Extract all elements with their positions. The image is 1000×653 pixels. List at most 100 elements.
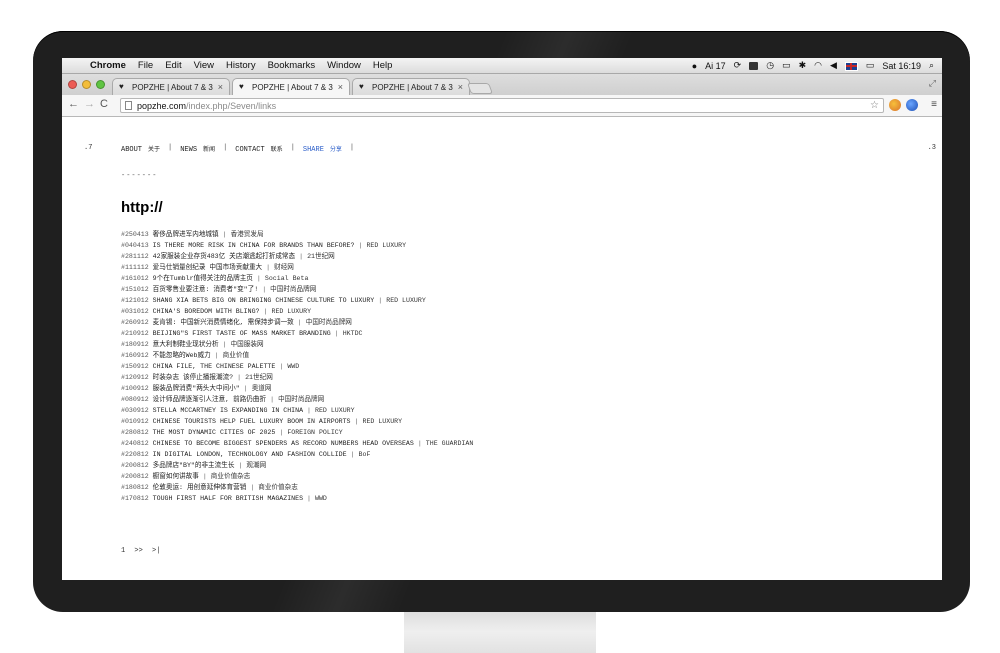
- menu-chrome[interactable]: Chrome: [84, 60, 132, 71]
- link-title[interactable]: IN DIGITAL LONDON, TECHNOLOGY AND FASHIO…: [153, 451, 347, 458]
- link-title[interactable]: CHINA FILE, THE CHINESE PALETTE: [153, 363, 276, 370]
- link-title[interactable]: 42家服装企业存货483亿 关店潮逃起打折成常态: [153, 253, 295, 260]
- fullscreen-icon[interactable]: ⤢: [929, 78, 936, 89]
- display-icon[interactable]: ▭: [782, 60, 791, 71]
- zoom-window-button[interactable]: [96, 80, 105, 89]
- list-item[interactable]: #030912 STELLA MCCARTNEY IS EXPANDING IN…: [121, 405, 473, 416]
- extension-icon[interactable]: [906, 99, 918, 111]
- link-title[interactable]: BEIJING"S FIRST TASTE OF MASS MARKET BRA…: [153, 330, 331, 337]
- battery-icon[interactable]: ▭: [866, 60, 875, 71]
- list-item[interactable]: #121012 SHANG XIA BETS BIG ON BRINGING C…: [121, 295, 473, 306]
- link-title[interactable]: IS THERE MORE RISK IN CHINA FOR BRANDS T…: [153, 242, 355, 249]
- back-arrow-icon[interactable]: ←: [68, 98, 79, 110]
- list-item[interactable]: #080912 设计师品牌逐渐引人注意, 前路仍曲折 | 中国时尚品牌网: [121, 394, 473, 405]
- list-item[interactable]: #280812 THE MOST DYNAMIC CITIES OF 2025 |…: [121, 427, 473, 438]
- link-source[interactable]: Social Beta: [265, 275, 309, 282]
- extension-icon[interactable]: [889, 99, 901, 111]
- list-item[interactable]: #260912 麦肯锡: 中国新兴消费情绪化, 需保持步调一致 | 中国时尚品牌网: [121, 317, 473, 328]
- close-window-button[interactable]: [68, 80, 77, 89]
- link-title[interactable]: 不能忽略的Web威力: [153, 352, 211, 359]
- bluetooth-icon[interactable]: ✱: [799, 60, 807, 71]
- menu-view[interactable]: View: [188, 60, 220, 71]
- link-title[interactable]: 奢侈品牌进军内地城镇: [153, 231, 219, 238]
- link-source[interactable]: BoF: [359, 451, 371, 458]
- list-item[interactable]: #200812 多品牌店"BY"的非主流生长 | 观潮网: [121, 460, 473, 471]
- link-source[interactable]: 21世纪网: [245, 374, 273, 381]
- list-item[interactable]: #111112 爱马仕销量创纪录 中国市场贡献重大 | 财经网: [121, 262, 473, 273]
- link-source[interactable]: 商业价值: [223, 352, 249, 359]
- list-item[interactable]: #210912 BEIJING"S FIRST TASTE OF MASS MA…: [121, 328, 473, 339]
- list-item[interactable]: #281112 42家服装企业存货483亿 关店潮逃起打折成常态 | 21世纪网: [121, 251, 473, 262]
- link-title[interactable]: 橱窗如何讲故事: [153, 473, 199, 480]
- next-page-link[interactable]: >>: [134, 547, 142, 555]
- uk-flag-icon[interactable]: [844, 60, 858, 71]
- link-title[interactable]: TOUGH FIRST HALF FOR BRITISH MAGAZINES: [153, 495, 303, 502]
- menu-bookmarks[interactable]: Bookmarks: [262, 60, 322, 71]
- list-item[interactable]: #040413 IS THERE MORE RISK IN CHINA FOR …: [121, 240, 473, 251]
- link-source[interactable]: 商业价值杂志: [211, 473, 251, 480]
- minimize-window-button[interactable]: [82, 80, 91, 89]
- link-title[interactable]: CHINESE TO BECOME BIGGEST SPENDERS AS RE…: [153, 440, 414, 447]
- address-bar[interactable]: popzhe.com/index.php/Seven/links ☆: [120, 98, 884, 113]
- link-source[interactable]: RED LUXURY: [271, 308, 311, 315]
- link-source[interactable]: 商业价值杂志: [258, 484, 298, 491]
- nav-about[interactable]: ABOUT 关于: [121, 144, 160, 154]
- list-item[interactable]: #010912 CHINESE TOURISTS HELP FUEL LUXUR…: [121, 416, 473, 427]
- list-item[interactable]: #100912 服装品牌消费"两头大中间小" | 奥道网: [121, 383, 473, 394]
- wifi-icon[interactable]: ◠: [814, 60, 822, 71]
- nav-share[interactable]: SHARE 分享: [303, 144, 342, 154]
- adobe-icon[interactable]: Ai 17: [705, 61, 726, 71]
- link-source[interactable]: 奥道网: [252, 385, 272, 392]
- link-source[interactable]: THE GUARDIAN: [426, 440, 473, 447]
- link-title[interactable]: 爱马仕销量创纪录 中国市场贡献重大: [153, 264, 262, 271]
- link-source[interactable]: WWD: [287, 363, 299, 370]
- link-title[interactable]: 麦肯锡: 中国新兴消费情绪化, 需保持步调一致: [153, 319, 294, 326]
- link-title[interactable]: 9个在Tumblr值得关注的品牌主页: [153, 275, 253, 282]
- link-source[interactable]: 中国时尚品牌网: [306, 319, 352, 326]
- link-source[interactable]: 香港贸发局: [231, 231, 264, 238]
- volume-icon[interactable]: ◀: [830, 60, 837, 71]
- qq-icon[interactable]: ●: [692, 61, 697, 71]
- list-item[interactable]: #240812 CHINESE TO BECOME BIGGEST SPENDE…: [121, 438, 473, 449]
- link-title[interactable]: CHINESE TOURISTS HELP FUEL LUXURY BOOM I…: [153, 418, 351, 425]
- forward-arrow-icon[interactable]: →: [84, 98, 95, 110]
- link-title[interactable]: 意大利制鞋业现状分析: [153, 341, 219, 348]
- nav-contact[interactable]: CONTACT 联系: [235, 144, 282, 154]
- reload-icon[interactable]: C: [100, 98, 108, 110]
- page-number-link[interactable]: 1: [121, 547, 125, 555]
- spotlight-icon[interactable]: ⌕: [929, 60, 934, 71]
- list-item[interactable]: #220812 IN DIGITAL LONDON, TECHNOLOGY AN…: [121, 449, 473, 460]
- link-source[interactable]: 财经网: [274, 264, 294, 271]
- list-item[interactable]: #150912 CHINA FILE, THE CHINESE PALETTE |…: [121, 361, 473, 372]
- link-source[interactable]: 21世纪网: [307, 253, 335, 260]
- battery-status-icon[interactable]: [749, 61, 759, 71]
- menu-history[interactable]: History: [220, 60, 262, 71]
- sync-icon[interactable]: ⟳: [734, 60, 742, 71]
- link-title[interactable]: SHANG XIA BETS BIG ON BRINGING CHINESE C…: [153, 297, 375, 304]
- tab-2-active[interactable]: ♥ POPZHE | About 7 & 3 ×: [232, 78, 350, 95]
- bookmark-star-icon[interactable]: ☆: [870, 100, 879, 111]
- tab-1[interactable]: ♥ POPZHE | About 7 & 3 ×: [112, 78, 230, 95]
- tab-3[interactable]: ♥ POPZHE | About 7 & 3 ×: [352, 78, 470, 95]
- menu-file[interactable]: File: [132, 60, 159, 71]
- link-title[interactable]: 时装杂志 该停止播报潮流?: [153, 374, 233, 381]
- link-source[interactable]: RED LUXURY: [386, 297, 426, 304]
- menubar-clock[interactable]: Sat 16:19: [882, 61, 921, 71]
- close-tab-icon[interactable]: ×: [458, 82, 463, 92]
- menu-edit[interactable]: Edit: [159, 60, 187, 71]
- link-title[interactable]: 服装品牌消费"两头大中间小": [153, 385, 240, 392]
- link-title[interactable]: STELLA MCCARTNEY IS EXPANDING IN CHINA: [153, 407, 303, 414]
- link-title[interactable]: CHINA'S BOREDOM WITH BLING?: [153, 308, 260, 315]
- link-title[interactable]: THE MOST DYNAMIC CITIES OF 2025: [153, 429, 276, 436]
- link-title[interactable]: 多品牌店"BY"的非主流生长: [153, 462, 235, 469]
- link-title[interactable]: 百货零售业要注意: 消费者"变"了!: [153, 286, 259, 293]
- time-machine-icon[interactable]: ◷: [766, 60, 774, 71]
- list-item[interactable]: #120912 时装杂志 该停止播报潮流? | 21世纪网: [121, 372, 473, 383]
- list-item[interactable]: #160912 不能忽略的Web威力 | 商业价值: [121, 350, 473, 361]
- close-tab-icon[interactable]: ×: [218, 82, 223, 92]
- nav-news[interactable]: NEWS 新闻: [180, 144, 215, 154]
- link-source[interactable]: 中国时尚品牌网: [278, 396, 324, 403]
- link-title[interactable]: 伦敦奥运: 用创意延伸体育营销: [153, 484, 247, 491]
- link-source[interactable]: FOREIGN POLICY: [287, 429, 342, 436]
- chrome-menu-icon[interactable]: ≡: [931, 99, 937, 110]
